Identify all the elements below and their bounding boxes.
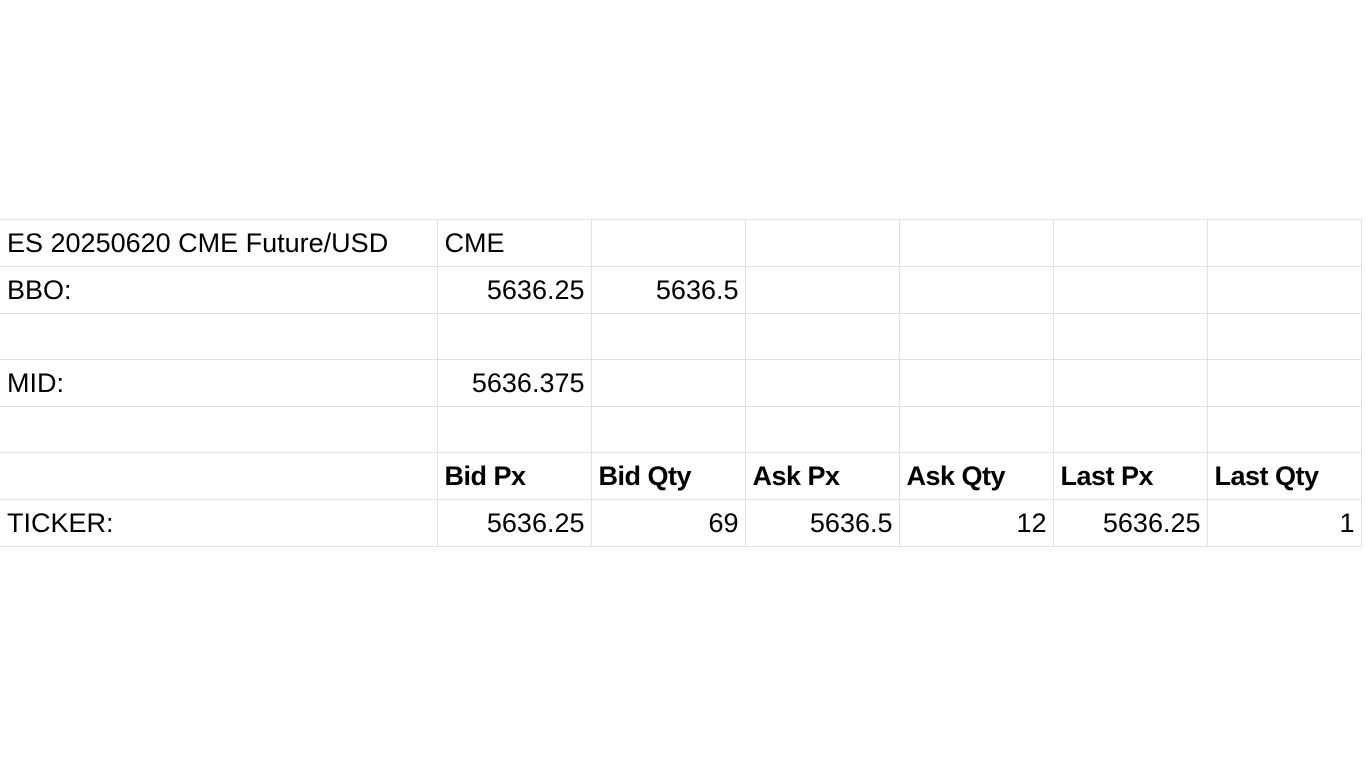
empty-cell[interactable] xyxy=(1053,406,1208,453)
empty-cell[interactable] xyxy=(1207,266,1362,314)
spreadsheet-grid: ES 20250620 CME Future/USD CME BBO: 5636… xyxy=(0,219,1362,547)
row-blank xyxy=(0,313,1362,360)
empty-cell[interactable] xyxy=(1053,266,1208,314)
empty-cell[interactable] xyxy=(745,266,900,314)
bbo-label-cell[interactable]: BBO: xyxy=(0,266,438,314)
row-ticker: TICKER: 5636.25 69 5636.5 12 5636.25 1 xyxy=(0,499,1362,547)
empty-cell[interactable] xyxy=(0,406,438,453)
ticker-bid-px[interactable]: 5636.25 xyxy=(437,499,592,547)
header-ask-px[interactable]: Ask Px xyxy=(745,452,900,500)
header-bid-px[interactable]: Bid Px xyxy=(437,452,592,500)
header-last-qty[interactable]: Last Qty xyxy=(1207,452,1362,500)
header-bid-qty[interactable]: Bid Qty xyxy=(591,452,746,500)
empty-cell[interactable] xyxy=(1053,219,1208,267)
empty-cell[interactable] xyxy=(0,313,438,360)
empty-cell[interactable] xyxy=(745,406,900,453)
empty-cell[interactable] xyxy=(899,359,1054,407)
empty-cell[interactable] xyxy=(1207,313,1362,360)
ticker-label-cell[interactable]: TICKER: xyxy=(0,499,438,547)
row-blank xyxy=(0,406,1362,453)
empty-cell[interactable] xyxy=(1053,313,1208,360)
instrument-name-cell[interactable]: ES 20250620 CME Future/USD xyxy=(0,219,438,267)
row-instrument: ES 20250620 CME Future/USD CME xyxy=(0,219,1362,267)
empty-cell[interactable] xyxy=(591,219,746,267)
ticker-last-qty[interactable]: 1 xyxy=(1207,499,1362,547)
bbo-bid-cell[interactable]: 5636.25 xyxy=(437,266,592,314)
empty-cell[interactable] xyxy=(899,219,1054,267)
row-ticker-headers: Bid Px Bid Qty Ask Px Ask Qty Last Px La… xyxy=(0,452,1362,500)
empty-cell[interactable] xyxy=(1207,359,1362,407)
mid-value-cell[interactable]: 5636.375 xyxy=(437,359,592,407)
empty-cell[interactable] xyxy=(591,359,746,407)
empty-cell[interactable] xyxy=(0,452,438,500)
empty-cell[interactable] xyxy=(1207,219,1362,267)
header-ask-qty[interactable]: Ask Qty xyxy=(899,452,1054,500)
ticker-ask-px[interactable]: 5636.5 xyxy=(745,499,900,547)
ticker-ask-qty[interactable]: 12 xyxy=(899,499,1054,547)
empty-cell[interactable] xyxy=(899,406,1054,453)
empty-cell[interactable] xyxy=(591,406,746,453)
exchange-cell[interactable]: CME xyxy=(437,219,592,267)
header-last-px[interactable]: Last Px xyxy=(1053,452,1208,500)
empty-cell[interactable] xyxy=(745,313,900,360)
empty-cell[interactable] xyxy=(591,313,746,360)
empty-cell[interactable] xyxy=(745,219,900,267)
ticker-bid-qty[interactable]: 69 xyxy=(591,499,746,547)
empty-cell[interactable] xyxy=(437,313,592,360)
empty-cell[interactable] xyxy=(1207,406,1362,453)
row-mid: MID: 5636.375 xyxy=(0,359,1362,407)
row-bbo: BBO: 5636.25 5636.5 xyxy=(0,266,1362,314)
empty-cell[interactable] xyxy=(745,359,900,407)
mid-label-cell[interactable]: MID: xyxy=(0,359,438,407)
bbo-ask-cell[interactable]: 5636.5 xyxy=(591,266,746,314)
empty-cell[interactable] xyxy=(899,313,1054,360)
empty-cell[interactable] xyxy=(437,406,592,453)
ticker-last-px[interactable]: 5636.25 xyxy=(1053,499,1208,547)
empty-cell[interactable] xyxy=(1053,359,1208,407)
empty-cell[interactable] xyxy=(899,266,1054,314)
